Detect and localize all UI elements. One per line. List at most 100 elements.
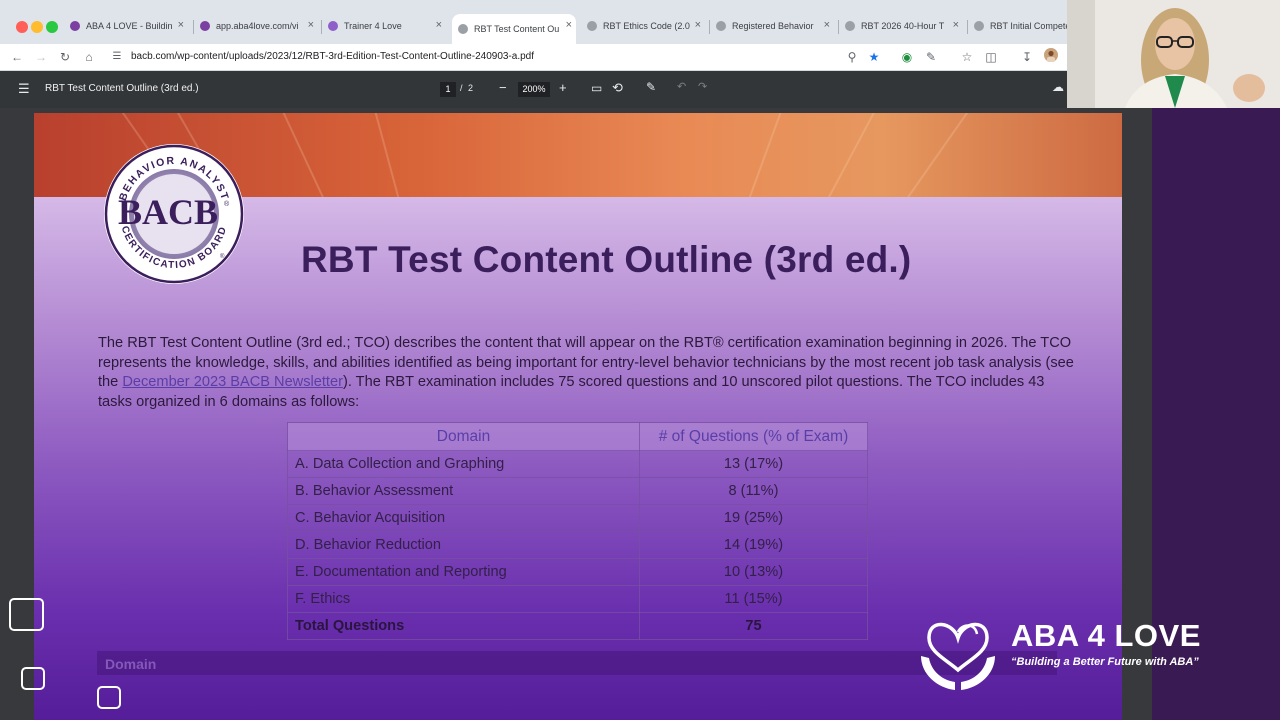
tab-favicon-icon xyxy=(458,24,468,34)
table-row: E. Documentation and Reporting 10 (13%) xyxy=(287,558,868,586)
tab-separator xyxy=(321,20,322,34)
aba4love-brand-overlay: ABA 4 LOVE “Building a Better Future wit… xyxy=(915,604,1235,694)
drive-save-icon[interactable]: ☁ xyxy=(1052,80,1064,94)
zoom-in-icon[interactable]: + xyxy=(559,80,567,95)
tab-favicon-icon xyxy=(845,21,855,31)
undo-icon[interactable]: ↶ xyxy=(677,80,686,93)
tab-close-icon[interactable]: × xyxy=(178,19,184,31)
browser-tab[interactable]: Trainer 4 Love × xyxy=(322,14,446,38)
questions-cell: 19 (25%) xyxy=(639,504,868,532)
window-close-button[interactable] xyxy=(16,21,28,33)
intro-paragraph: The RBT Test Content Outline (3rd ed.; T… xyxy=(98,334,1078,412)
tab-title: RBT Ethics Code (2.0 xyxy=(603,21,690,31)
overlay-square-2 xyxy=(21,667,45,690)
logo-wordmark: BACB xyxy=(118,192,218,232)
tab-title: Trainer 4 Love xyxy=(344,21,402,31)
questions-cell: 14 (19%) xyxy=(639,531,868,559)
tab-close-icon[interactable]: × xyxy=(566,19,572,31)
tab-title: RBT Test Content Ou xyxy=(474,24,560,34)
page-number-input[interactable]: 1 xyxy=(440,82,456,97)
next-table-domain-header: Domain xyxy=(105,656,157,672)
browser-tab[interactable]: RBT Initial Competer xyxy=(968,14,1067,38)
tab-favicon-icon xyxy=(200,21,210,31)
tab-title: Registered Behavior xyxy=(732,21,814,31)
tab-favicon-icon xyxy=(587,21,597,31)
forward-icon[interactable]: → xyxy=(32,48,50,66)
home-icon[interactable]: ⌂ xyxy=(80,48,98,66)
zoom-out-icon[interactable]: − xyxy=(499,80,507,95)
site-info-icon[interactable]: ☰ xyxy=(108,48,126,66)
tab-close-icon[interactable]: × xyxy=(824,19,830,31)
zoom-level-input[interactable]: 200% xyxy=(518,82,550,97)
reload-icon[interactable]: ↻ xyxy=(56,48,74,66)
tab-separator xyxy=(967,20,968,34)
rotate-icon[interactable]: ⟲ xyxy=(612,80,623,96)
browser-tab[interactable]: ABA 4 LOVE - Buildin × xyxy=(64,14,188,38)
document-title: RBT Test Content Outline (3rd ed.) xyxy=(301,239,912,280)
page-separator: / xyxy=(460,83,463,93)
table-header-row: Domain # of Questions (% of Exam) xyxy=(287,422,868,451)
questions-cell: 8 (11%) xyxy=(639,477,868,505)
domain-cell: B. Behavior Assessment xyxy=(287,477,640,505)
next-table-header: Domain xyxy=(97,651,1057,675)
tab-close-icon[interactable]: × xyxy=(695,19,701,31)
tab-favicon-icon xyxy=(328,21,338,31)
table-row: C. Behavior Acquisition 19 (25%) xyxy=(287,504,868,532)
browser-tab[interactable]: Registered Behavior × xyxy=(710,14,834,38)
tab-close-icon[interactable]: × xyxy=(953,19,959,31)
questions-cell: 11 (15%) xyxy=(639,585,868,613)
download-icon[interactable]: ↧ xyxy=(1018,48,1036,66)
redo-icon[interactable]: ↷ xyxy=(698,80,707,93)
tab-title: app.aba4love.com/vi xyxy=(216,21,299,31)
pdf-title: RBT Test Content Outline (3rd ed.) xyxy=(45,83,199,94)
total-value-cell: 75 xyxy=(639,612,868,640)
domain-cell: D. Behavior Reduction xyxy=(287,531,640,559)
browser-tab[interactable]: RBT Ethics Code (2.0 × xyxy=(581,14,705,38)
browser-tab[interactable]: RBT 2026 40-Hour T × xyxy=(839,14,963,38)
profile-avatar[interactable] xyxy=(1042,48,1060,66)
heart-hands-icon xyxy=(921,622,995,690)
domain-cell: A. Data Collection and Graphing xyxy=(287,450,640,478)
tab-close-icon[interactable]: × xyxy=(436,19,442,31)
zoom-icon[interactable]: ⚲ xyxy=(843,48,861,66)
bookmark-star-icon[interactable]: ★ xyxy=(865,48,883,66)
pdf-menu-icon[interactable]: ☰ xyxy=(18,81,30,97)
address-bar[interactable]: bacb.com/wp-content/uploads/2023/12/RBT-… xyxy=(131,51,534,62)
total-label-cell: Total Questions xyxy=(287,612,640,640)
overlay-square-3 xyxy=(97,686,121,709)
tab-close-icon[interactable]: × xyxy=(308,19,314,31)
browser-toolbar: ← → ↻ ⌂ ☰ bacb.com/wp-content/uploads/20… xyxy=(0,44,1067,71)
domain-cell: F. Ethics xyxy=(287,585,640,613)
reading-list-icon[interactable]: ☆ xyxy=(958,48,976,66)
brand-name: ABA 4 LOVE xyxy=(1011,618,1201,653)
back-icon[interactable]: ← xyxy=(8,48,26,66)
header-questions: # of Questions (% of Exam) xyxy=(639,422,868,451)
table-row: F. Ethics 11 (15%) xyxy=(287,585,868,613)
header-domain: Domain xyxy=(287,422,640,451)
grammarly-extension-icon[interactable]: ◉ xyxy=(898,48,916,66)
brand-tagline: “Building a Better Future with ABA” xyxy=(1011,656,1199,668)
logo-bottom-registered-mark: ® xyxy=(220,253,225,260)
browser-tab[interactable]: RBT Test Content Ou × xyxy=(452,14,576,44)
questions-cell: 10 (13%) xyxy=(639,558,868,586)
annotate-pen-icon[interactable]: ✎ xyxy=(646,80,656,94)
newsletter-link[interactable]: December 2023 BACB Newsletter xyxy=(122,374,343,390)
fit-page-icon[interactable]: ▭ xyxy=(591,81,602,95)
extensions-icon[interactable]: ✎ xyxy=(922,48,940,66)
domain-questions-table: Domain # of Questions (% of Exam) A. Dat… xyxy=(287,422,868,640)
overlay-square-1 xyxy=(9,598,44,631)
browser-tab[interactable]: app.aba4love.com/vi × xyxy=(194,14,318,38)
table-row: B. Behavior Assessment 8 (11%) xyxy=(287,477,868,505)
table-total-row: Total Questions 75 xyxy=(287,612,868,640)
domain-cell: E. Documentation and Reporting xyxy=(287,558,640,586)
tab-title: RBT 2026 40-Hour T xyxy=(861,21,945,31)
questions-cell: 13 (17%) xyxy=(639,450,868,478)
tab-separator xyxy=(838,20,839,34)
side-panel-icon[interactable]: ◫ xyxy=(982,48,1000,66)
window-minimize-button[interactable] xyxy=(31,21,43,33)
window-zoom-button[interactable] xyxy=(46,21,58,33)
tab-favicon-icon xyxy=(716,21,726,31)
tab-title: RBT Initial Competer xyxy=(990,21,1067,31)
logo-registered-mark: ® xyxy=(224,200,230,208)
webcam-feed xyxy=(1067,0,1280,108)
